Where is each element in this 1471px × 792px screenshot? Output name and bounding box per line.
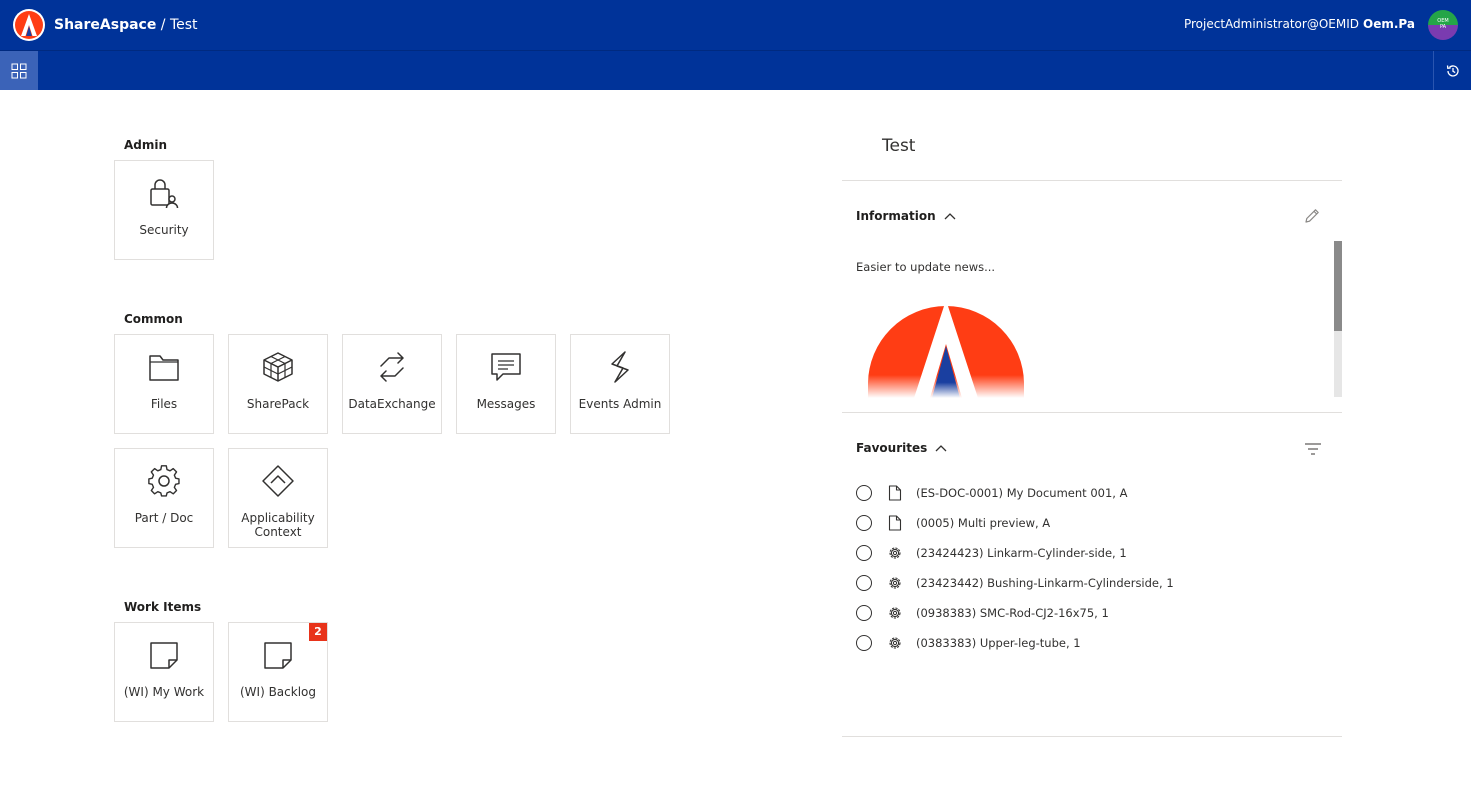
- document-icon: [888, 515, 902, 531]
- avatar-text-bottom: PA: [1439, 24, 1447, 30]
- page-title: Test: [882, 136, 916, 156]
- sub-bar: [0, 50, 1471, 90]
- tile-sharepack[interactable]: SharePack: [228, 334, 328, 434]
- select-radio[interactable]: [856, 575, 872, 591]
- shareaspace-large-logo: [868, 300, 1024, 398]
- grid-icon: [11, 63, 27, 78]
- tile-wi-backlog[interactable]: (WI) Backlog 2: [228, 622, 328, 722]
- gear-icon: [889, 547, 901, 559]
- favourites-title: Favourites: [856, 441, 928, 455]
- divider: [842, 412, 1342, 413]
- select-radio[interactable]: [856, 605, 872, 621]
- select-radio[interactable]: [856, 515, 872, 531]
- tile-label: Messages: [476, 397, 536, 411]
- tile-label: (WI) My Work: [123, 685, 205, 699]
- tile-messages[interactable]: Messages: [456, 334, 556, 434]
- user-email[interactable]: ProjectAdministrator@OEMID: [1184, 17, 1359, 31]
- note-icon: [150, 642, 178, 669]
- favourite-text[interactable]: (23424423) Linkarm-Cylinder-side, 1: [916, 546, 1127, 560]
- tile-label: DataExchange: [348, 397, 436, 411]
- shareaspace-logo[interactable]: [13, 9, 45, 41]
- breadcrumb: ShareAspace / Test: [54, 16, 198, 34]
- lightning-icon: [611, 351, 629, 383]
- favourite-text[interactable]: (ES-DOC-0001) My Document 001, A: [916, 486, 1127, 500]
- tile-dataexchange[interactable]: DataExchange: [342, 334, 442, 434]
- brand-name[interactable]: ShareAspace: [54, 17, 156, 33]
- logo-icon: [15, 11, 43, 39]
- list-item[interactable]: (0383383) Upper-leg-tube, 1: [856, 628, 1326, 658]
- tile-label: Files: [150, 397, 178, 411]
- section-title-common: Common: [124, 312, 183, 326]
- breadcrumb-separator: /: [160, 17, 166, 33]
- apps-grid-button[interactable]: [0, 51, 38, 90]
- favourite-text[interactable]: (23423442) Bushing-Linkarm-Cylinderside,…: [916, 576, 1174, 590]
- gear-icon: [889, 607, 901, 619]
- tile-label: Security: [139, 223, 189, 237]
- gear-icon: [889, 577, 901, 589]
- favourite-text[interactable]: (0005) Multi preview, A: [916, 516, 1050, 530]
- gear-icon: [889, 637, 901, 649]
- information-title: Information: [856, 209, 936, 223]
- gear-icon: [148, 465, 180, 497]
- top-bar: ShareAspace / Test ProjectAdministrator@…: [0, 0, 1471, 50]
- avatar[interactable]: OEM PA: [1428, 10, 1458, 40]
- list-item[interactable]: (ES-DOC-0001) My Document 001, A: [856, 478, 1326, 508]
- information-header[interactable]: Information: [856, 209, 956, 223]
- folder-icon: [149, 355, 179, 381]
- diamond-icon: [262, 465, 294, 497]
- history-button[interactable]: [1433, 51, 1471, 90]
- select-radio[interactable]: [856, 545, 872, 561]
- favourites-list: (ES-DOC-0001) My Document 001, A (0005) …: [856, 478, 1326, 658]
- filter-icon[interactable]: [1303, 440, 1323, 458]
- project-name[interactable]: Test: [170, 17, 198, 33]
- favourite-text[interactable]: (0938383) SMC-Rod-CJ2-16x75, 1: [916, 606, 1109, 620]
- information-text: Easier to update news...: [856, 260, 996, 274]
- exchange-icon: [380, 352, 404, 382]
- tile-files[interactable]: Files: [114, 334, 214, 434]
- chevron-up-icon[interactable]: [944, 212, 956, 220]
- count-badge: 2: [309, 623, 327, 641]
- tile-events-admin[interactable]: Events Admin: [570, 334, 670, 434]
- divider: [842, 736, 1342, 737]
- tile-label: Part / Doc: [134, 511, 194, 525]
- tile-label: (WI) Backlog: [239, 685, 316, 699]
- list-item[interactable]: (23423442) Bushing-Linkarm-Cylinderside,…: [856, 568, 1326, 598]
- edit-icon[interactable]: [1303, 207, 1321, 225]
- favourite-text[interactable]: (0383383) Upper-leg-tube, 1: [916, 636, 1081, 650]
- tile-label: Events Admin: [578, 397, 662, 411]
- list-item[interactable]: (0005) Multi preview, A: [856, 508, 1326, 538]
- note-icon: [264, 642, 292, 669]
- package-icon: [263, 352, 293, 382]
- list-item[interactable]: (23424423) Linkarm-Cylinder-side, 1: [856, 538, 1326, 568]
- select-radio[interactable]: [856, 635, 872, 651]
- section-title-admin: Admin: [124, 138, 168, 152]
- list-item[interactable]: (0938383) SMC-Rod-CJ2-16x75, 1: [856, 598, 1326, 628]
- tile-security[interactable]: Security: [114, 160, 214, 260]
- message-icon: [491, 353, 521, 381]
- tile-part-doc[interactable]: Part / Doc: [114, 448, 214, 548]
- user-short-name[interactable]: Oem.Pa: [1363, 17, 1415, 31]
- chevron-up-icon[interactable]: [935, 444, 947, 452]
- tile-label: Applicability Context: [241, 511, 315, 539]
- tile-wi-my-work[interactable]: (WI) My Work: [114, 622, 214, 722]
- lock-user-icon: [150, 179, 179, 209]
- history-icon: [1446, 64, 1459, 77]
- favourites-header[interactable]: Favourites: [856, 441, 947, 455]
- divider: [842, 180, 1342, 181]
- scrollbar-thumb[interactable]: [1334, 241, 1342, 331]
- document-icon: [888, 485, 902, 501]
- select-radio[interactable]: [856, 485, 872, 501]
- section-title-work-items: Work Items: [124, 600, 202, 614]
- tile-applicability-context[interactable]: Applicability Context: [228, 448, 328, 548]
- tile-label: SharePack: [246, 397, 310, 411]
